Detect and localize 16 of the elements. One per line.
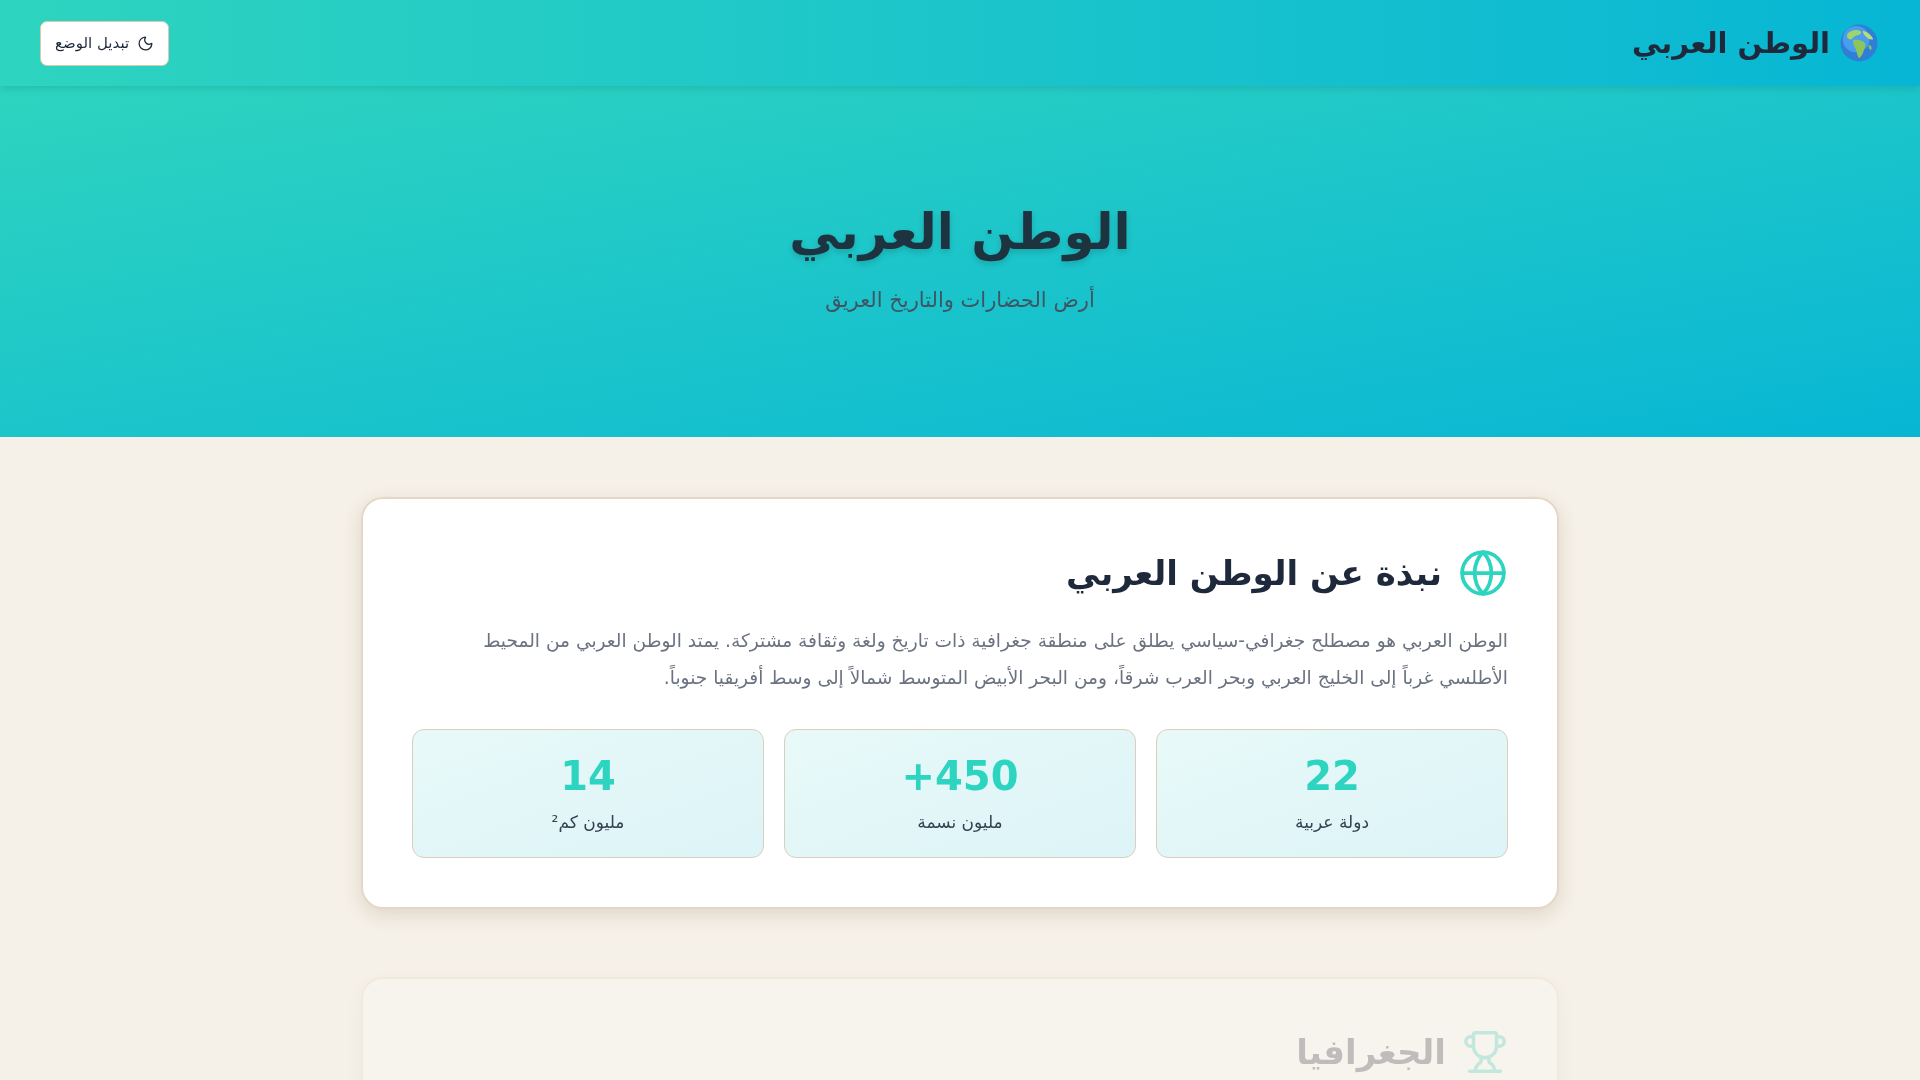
stat-value: +450	[901, 752, 1019, 800]
brand-title: الوطن العربي	[1632, 25, 1830, 62]
globe-icon	[1840, 24, 1878, 62]
stat-value: 14	[560, 752, 616, 800]
stat-value: 22	[1304, 752, 1360, 800]
section-paragraph: الوطن العربي هو مصطلح جغرافي-سياسي يطلق على منطقة جغرافية ذات تاريخ ولغة وثقافة مشتركة. يمتد الوطن العربي من المحيط الأطلسي غرباً إلى الخليج العربي وبحر العرب شرقاً، ومن البحر الأبيض المتوسط شمالاً إلى وسط أفريقيا جنوباً.	[482, 629, 1508, 691]
theme-toggle-button[interactable]: تبديل الوضع	[40, 20, 170, 66]
trophy-icon	[1462, 1029, 1508, 1075]
stat-label: دولة عربية	[1295, 811, 1369, 834]
hero-title: الوطن العربي	[789, 202, 1131, 264]
globe-icon	[1458, 548, 1508, 598]
section-heading: نبذة عن الوطن العربي	[1066, 552, 1442, 596]
stat-label: مليون كم²	[551, 811, 625, 834]
hero-subtitle: أرض الحضارات والتاريخ العريق	[825, 285, 1095, 314]
stat-label: مليون نسمة	[917, 811, 1003, 834]
moon-icon	[137, 34, 155, 52]
